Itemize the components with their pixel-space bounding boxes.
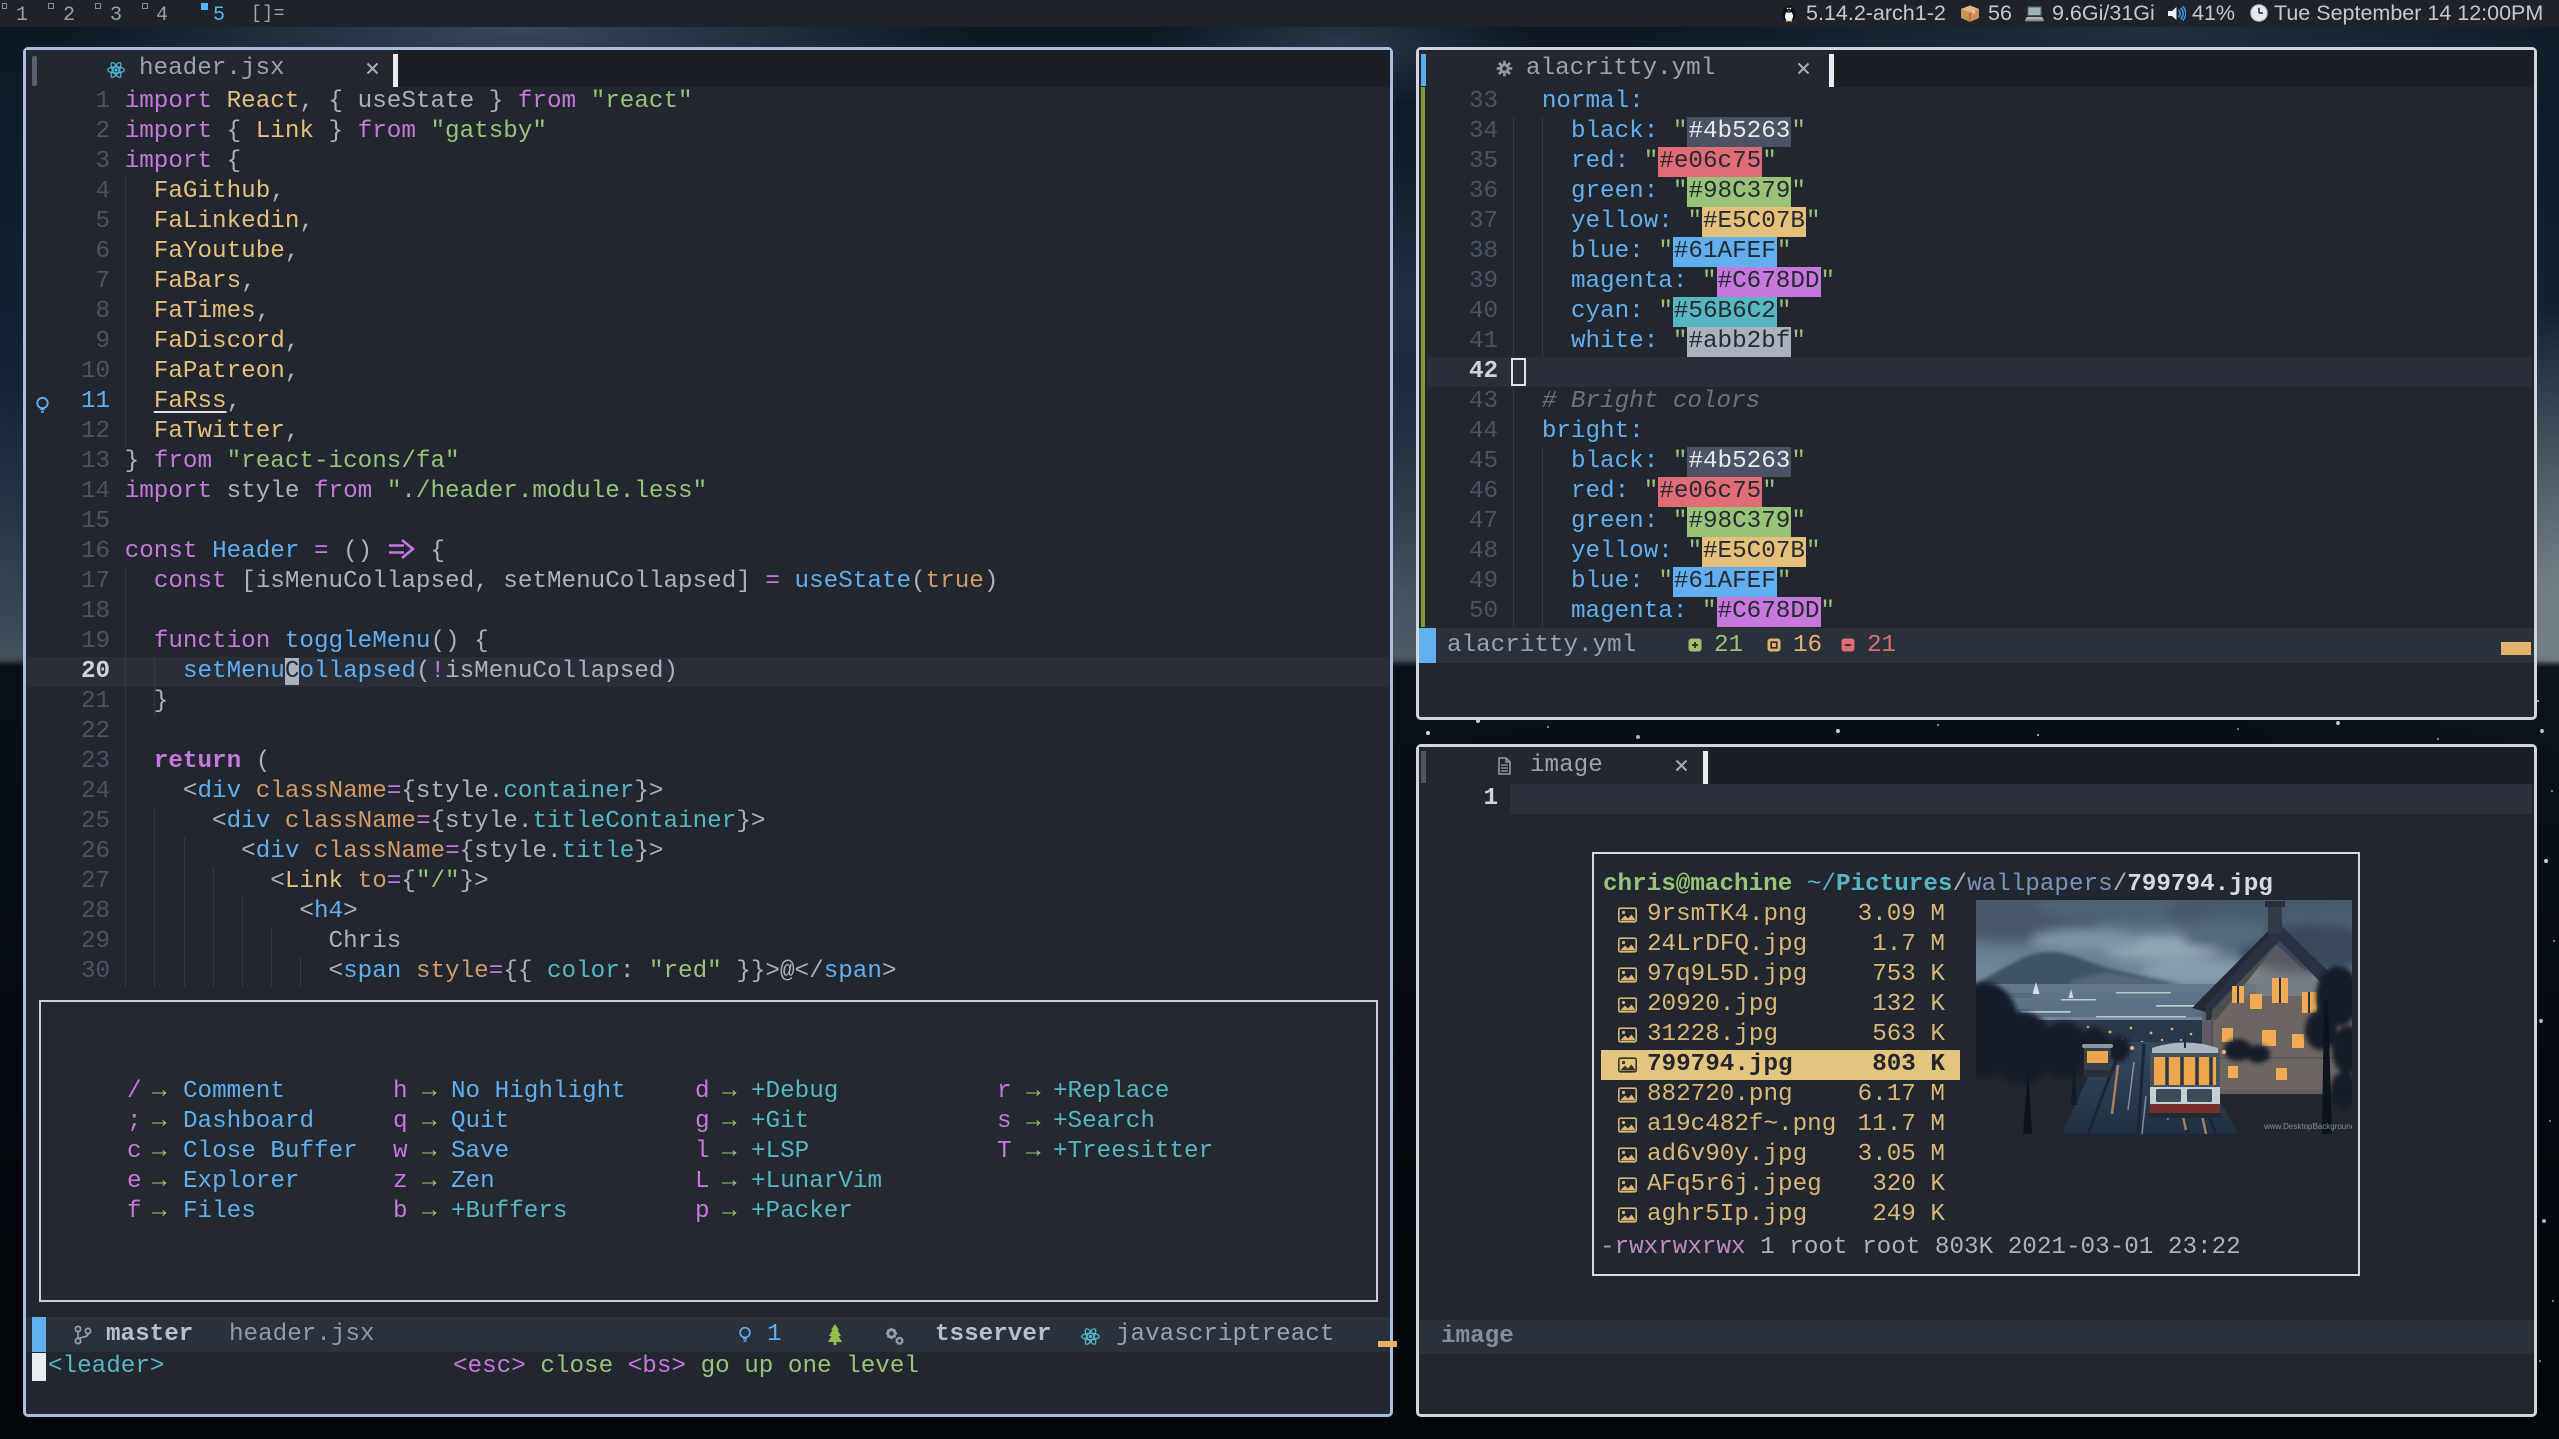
svg-text:www.DesktopBackground.org: www.DesktopBackground.org [2263, 1122, 2352, 1131]
